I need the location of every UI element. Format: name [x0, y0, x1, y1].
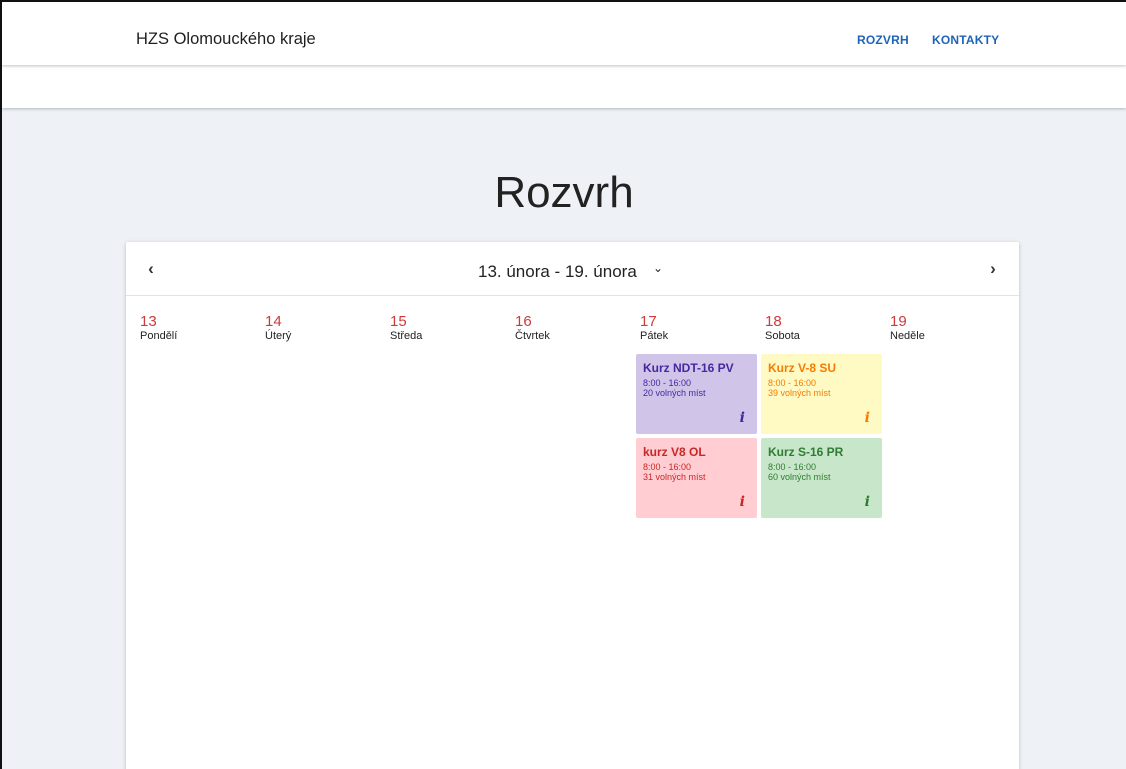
day-number: 18 — [765, 313, 782, 330]
day-name: Čtvrtek — [515, 330, 550, 342]
chevron-left-icon[interactable]: ‹ — [142, 259, 160, 279]
info-icon[interactable]: i — [865, 410, 870, 426]
day-number: 15 — [390, 313, 407, 330]
event-card-kurz-v8-ol[interactable]: kurz V8 OL 8:00 - 16:00 31 volných míst … — [636, 438, 757, 518]
event-title: Kurz S-16 PR — [768, 445, 844, 459]
event-time: 8:00 - 16:00 — [643, 378, 692, 388]
day-number: 19 — [890, 313, 907, 330]
day-column-saturday: 18 Sobota — [765, 314, 885, 342]
event-seats: 39 volných míst — [768, 388, 831, 398]
event-title: Kurz NDT-16 PV — [643, 361, 734, 375]
day-column-friday: 17 Pátek — [640, 314, 760, 342]
day-column-monday: 13 Pondělí — [140, 314, 260, 342]
day-number: 13 — [140, 313, 157, 330]
day-name: Pondělí — [140, 330, 178, 342]
top-navbar: HZS Olomouckého kraje ROZVRH KONTAKTY — [2, 2, 1126, 65]
day-column-thursday: 16 Čtvrtek — [515, 314, 635, 342]
nav-link-rozvrh[interactable]: ROZVRH — [857, 33, 909, 47]
event-card-kurz-s-16-pr[interactable]: Kurz S-16 PR 8:00 - 16:00 60 volných mís… — [761, 438, 882, 518]
day-number: 14 — [265, 313, 282, 330]
chevron-right-icon[interactable]: › — [984, 259, 1002, 279]
day-name: Středa — [390, 330, 423, 342]
event-title: Kurz V-8 SU — [768, 361, 837, 375]
event-time: 8:00 - 16:00 — [643, 462, 692, 472]
day-name: Pátek — [640, 330, 669, 342]
event-card-kurz-v-8-su[interactable]: Kurz V-8 SU 8:00 - 16:00 39 volných míst… — [761, 354, 882, 434]
page-title: Rozvrh — [494, 168, 634, 217]
chevron-down-icon[interactable]: ⌄ — [653, 261, 663, 275]
event-seats: 20 volných míst — [643, 388, 706, 398]
event-seats: 60 volných míst — [768, 472, 831, 482]
week-range-selector[interactable]: 13. února - 19. února — [478, 262, 637, 282]
calendar-card: ‹ 13. února - 19. února ⌄ › 13 Pondělí 1… — [126, 242, 1019, 769]
day-column-sunday: 19 Neděle — [890, 314, 1010, 342]
info-icon[interactable]: i — [740, 410, 745, 426]
info-icon[interactable]: i — [740, 494, 745, 510]
day-number: 17 — [640, 313, 657, 330]
event-seats: 31 volných míst — [643, 472, 706, 482]
day-name: Neděle — [890, 330, 925, 342]
calendar-header: ‹ 13. února - 19. února ⌄ › — [126, 242, 1019, 296]
sub-toolbar — [2, 65, 1126, 108]
brand-title[interactable]: HZS Olomouckého kraje — [136, 30, 316, 49]
day-number: 16 — [515, 313, 532, 330]
day-name: Sobota — [765, 330, 800, 342]
info-icon[interactable]: i — [865, 494, 870, 510]
nav-link-kontakty[interactable]: KONTAKTY — [932, 33, 999, 47]
day-name: Úterý — [265, 330, 292, 342]
event-time: 8:00 - 16:00 — [768, 378, 817, 388]
day-column-wednesday: 15 Středa — [390, 314, 510, 342]
event-time: 8:00 - 16:00 — [768, 462, 817, 472]
event-title: kurz V8 OL — [643, 445, 706, 459]
event-card-kurz-ndt-16-pv[interactable]: Kurz NDT-16 PV 8:00 - 16:00 20 volných m… — [636, 354, 757, 434]
day-column-tuesday: 14 Úterý — [265, 314, 385, 342]
